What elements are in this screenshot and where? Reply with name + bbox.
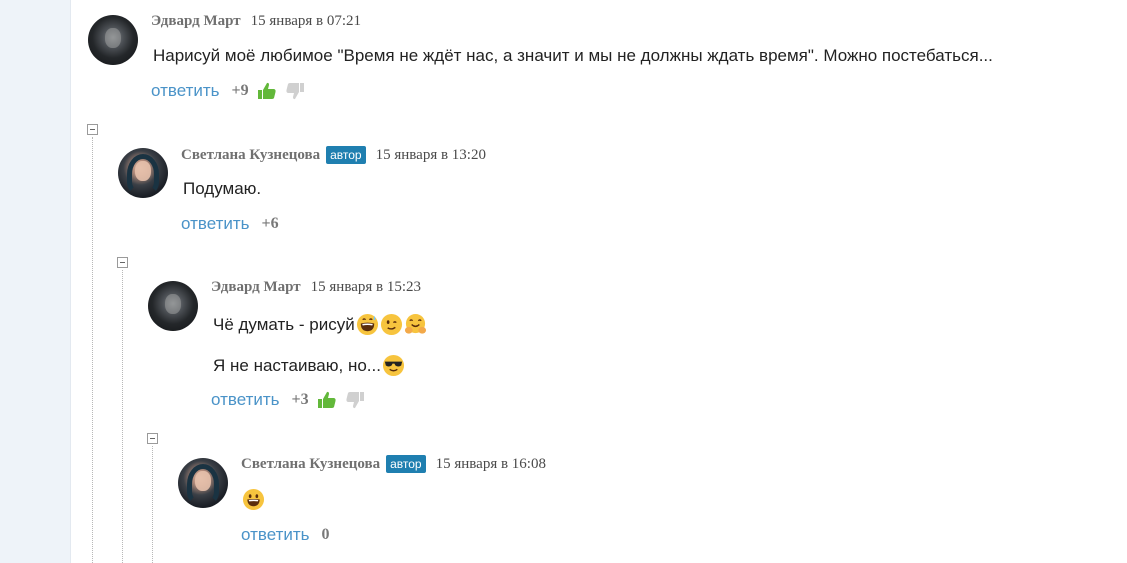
sunglasses-emoji — [382, 354, 405, 377]
comment-date: 15 января в 07:21 — [250, 13, 362, 29]
comment-text: Подумаю. — [183, 179, 262, 198]
thumbs-up-icon[interactable] — [257, 82, 277, 100]
reply-link[interactable]: ответить — [181, 214, 250, 234]
avatar[interactable] — [178, 458, 228, 508]
comment-author[interactable]: Эдвард Март — [151, 13, 241, 30]
thread-line-level-3 — [152, 446, 153, 563]
collapse-minus-icon[interactable] — [117, 257, 128, 268]
avatar[interactable] — [88, 15, 138, 65]
comment-score: +6 — [261, 215, 279, 232]
comment-text-line: Я не настаиваю, но... — [213, 354, 405, 377]
comment-author[interactable]: Светлана Кузнецова — [241, 456, 380, 473]
collapse-minus-icon[interactable] — [87, 124, 98, 135]
comment-date: 15 января в 16:08 — [435, 455, 546, 472]
comment-author[interactable]: Светлана Кузнецова — [181, 147, 320, 164]
thread-line-level-2 — [122, 270, 123, 563]
comment-text: Чё думать - рисуй — [213, 314, 355, 334]
comment-text: Нарисуй моё любимое "Время не ждёт нас, … — [153, 46, 993, 65]
grinning-emoji — [242, 488, 265, 511]
collapse-minus-icon[interactable] — [147, 433, 158, 444]
comment-author[interactable]: Эдвард Март — [211, 279, 301, 296]
comment-score: +9 — [231, 82, 249, 99]
comment-text-line: Чё думать - рисуй — [213, 313, 427, 336]
thumbs-up-icon[interactable] — [317, 391, 337, 409]
hugging-emoji — [404, 313, 426, 334]
reply-link[interactable]: ответить — [151, 81, 220, 101]
avatar[interactable] — [148, 281, 198, 331]
author-badge: автор — [326, 146, 366, 164]
thumbs-down-icon[interactable] — [285, 82, 305, 100]
author-badge: автор — [386, 455, 426, 473]
comment-text: Я не настаиваю, но... — [213, 355, 381, 375]
comment-date: 15 января в 15:23 — [310, 279, 422, 295]
reply-link[interactable]: ответить — [241, 525, 310, 545]
comment-date: 15 января в 13:20 — [375, 146, 486, 163]
comment-text-line — [241, 488, 265, 511]
reply-link[interactable]: ответить — [211, 390, 280, 410]
comment-score: 0 — [321, 526, 330, 543]
avatar[interactable] — [118, 148, 168, 198]
grinning-sweat-emoji — [356, 313, 378, 336]
thumbs-down-icon[interactable] — [345, 391, 365, 409]
page-left-margin — [0, 0, 71, 563]
winking-emoji — [380, 313, 402, 336]
comment-score: +3 — [291, 391, 309, 408]
thread-line-level-1 — [92, 137, 93, 563]
